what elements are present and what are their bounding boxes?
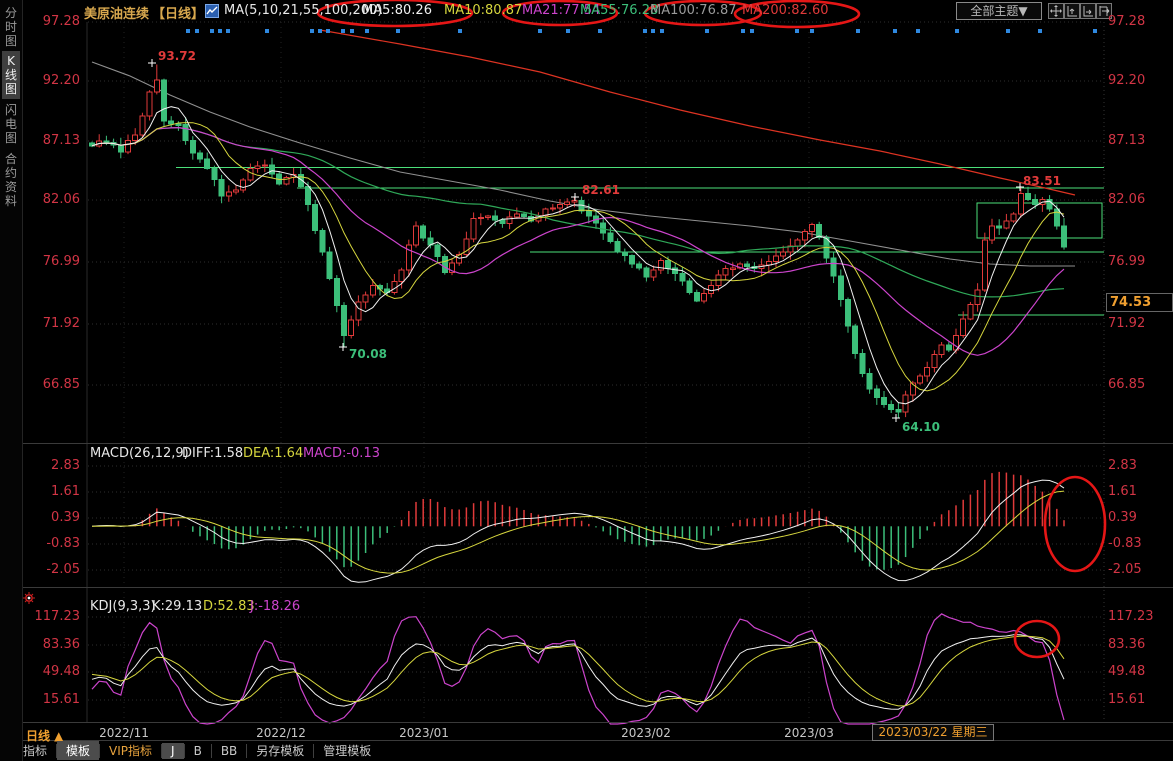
price-axis-label-left: 87.13 — [20, 133, 80, 148]
extreme-price-label: 70.08 — [349, 347, 387, 361]
ma-value-label: MA10:80.87 — [444, 3, 522, 18]
macd-dea-value: DEA:1.64 — [243, 446, 303, 461]
price-axis-label-left: 76.99 — [20, 254, 80, 269]
price-axis-label-right: 71.92 — [1108, 316, 1145, 331]
macd-title: MACD(26,12,9) — [90, 446, 189, 461]
sidebar-tab-4[interactable]: 合约资料 — [2, 149, 20, 211]
macd-axis-label-left: 0.39 — [20, 510, 80, 525]
kdj-d-value: D:52.83 — [203, 599, 255, 614]
price-axis-label-right: 66.85 — [1108, 377, 1145, 392]
extreme-price-label: 83.51 — [1023, 174, 1061, 188]
panel-separator — [0, 722, 1173, 723]
date-highlight: 2023/03/22 星期三 — [872, 724, 994, 741]
price-axis-label-right: 87.13 — [1108, 133, 1145, 148]
panel-separator — [0, 587, 1173, 588]
extreme-price-label: 64.10 — [902, 420, 940, 434]
ma-value-label: MA200:82.60 — [742, 3, 829, 18]
date-tick-label: 2022/11 — [79, 726, 169, 740]
chart-header: 美原油连续 【日线】 MA(5,10,21,55,100,200) MA5:80… — [0, 0, 1173, 22]
ma-config: MA(5,10,21,55,100,200) — [224, 3, 382, 18]
instrument-title: 美原油连续 — [84, 3, 149, 22]
toolbar-tab-4[interactable]: J — [162, 743, 184, 759]
macd-axis-label-left: 2.83 — [20, 458, 80, 473]
date-tick-label: 2023/01 — [379, 726, 469, 740]
macd-diff-value: DIFF:1.58 — [182, 446, 243, 461]
kline-chart-canvas[interactable] — [0, 0, 1173, 761]
toolbar-tab-5[interactable]: B — [185, 743, 211, 759]
ma-value-label: MA55:76.28 — [580, 3, 658, 18]
sidebar-tab-3[interactable]: 闪电图 — [2, 100, 20, 148]
sidebar-tab-2[interactable]: K线图 — [2, 51, 20, 99]
toolbar-tab-6[interactable]: BB — [212, 743, 246, 759]
macd-axis-label-right: 1.61 — [1108, 484, 1137, 499]
price-axis-label-left: 66.85 — [20, 377, 80, 392]
macd-value: MACD:-0.13 — [303, 446, 380, 461]
price-axis-label-right: 97.28 — [1108, 14, 1145, 29]
kdj-axis-label-right: 15.61 — [1108, 692, 1145, 707]
macd-axis-label-left: -0.83 — [20, 536, 80, 551]
extreme-price-label: 82.61 — [582, 183, 620, 197]
kdj-k-value: K:29.13 — [152, 599, 202, 614]
chart-type-icon[interactable] — [205, 4, 219, 22]
macd-axis-label-left: 1.61 — [20, 484, 80, 499]
price-axis-label-left: 92.20 — [20, 73, 80, 88]
date-tick-label: 2022/12 — [236, 726, 326, 740]
fit-vertical-icon[interactable] — [1064, 3, 1080, 19]
macd-axis-label-right: 0.39 — [1108, 510, 1137, 525]
toolbar-tab-3[interactable]: VIP指标 — [100, 741, 161, 760]
extreme-price-label: 93.72 — [158, 49, 196, 63]
kdj-axis-label-left: 117.23 — [20, 609, 80, 624]
panel-separator — [0, 443, 1173, 444]
kdj-j-value: J:-18.26 — [250, 599, 300, 614]
theme-selector-button[interactable]: 全部主题▼ — [956, 2, 1042, 20]
period-tag: 【日线】 — [152, 3, 204, 22]
fit-horizontal-icon[interactable] — [1080, 3, 1096, 19]
macd-axis-label-left: -2.05 — [20, 562, 80, 577]
ma-value-label: MA100:76.87 — [650, 3, 737, 18]
toolbar-tab-1[interactable]: 指标 — [14, 741, 56, 760]
price-axis-label-left: 71.92 — [20, 316, 80, 331]
toolbar-tab-8[interactable]: 管理模板 — [314, 741, 380, 760]
alert-icon[interactable] — [22, 591, 36, 609]
macd-axis-label-right: 2.83 — [1108, 458, 1137, 473]
price-axis-label-right: 92.20 — [1108, 73, 1145, 88]
date-tick-label: 2023/03 — [764, 726, 854, 740]
kdj-axis-label-left: 49.48 — [20, 664, 80, 679]
price-axis-label-left: 97.28 — [20, 14, 80, 29]
kdj-axis-label-left: 15.61 — [20, 692, 80, 707]
bottom-toolbar: 指标模板VIP指标JBBB另存模板管理模板 — [14, 741, 380, 760]
price-axis-label-left: 82.06 — [20, 192, 80, 207]
kdj-axis-label-right: 83.36 — [1108, 637, 1145, 652]
price-axis-label-right: 82.06 — [1108, 192, 1145, 207]
price-axis-label-right: 76.99 — [1108, 254, 1145, 269]
kdj-title: KDJ(9,3,3) — [90, 599, 156, 614]
toolbar-tab-7[interactable]: 另存模板 — [247, 741, 313, 760]
kdj-axis-label-left: 83.36 — [20, 637, 80, 652]
toolbar-tab-2[interactable]: 模板 — [57, 741, 99, 760]
last-price-tag: 74.53 — [1106, 293, 1173, 312]
date-tick-label: 2023/02 — [601, 726, 691, 740]
pan-tool-icon[interactable] — [1048, 3, 1064, 19]
macd-axis-label-right: -0.83 — [1108, 536, 1142, 551]
kdj-axis-label-right: 117.23 — [1108, 609, 1154, 624]
kdj-axis-label-right: 49.48 — [1108, 664, 1145, 679]
macd-axis-label-right: -2.05 — [1108, 562, 1142, 577]
ma-value-label: MA5:80.26 — [362, 3, 432, 18]
